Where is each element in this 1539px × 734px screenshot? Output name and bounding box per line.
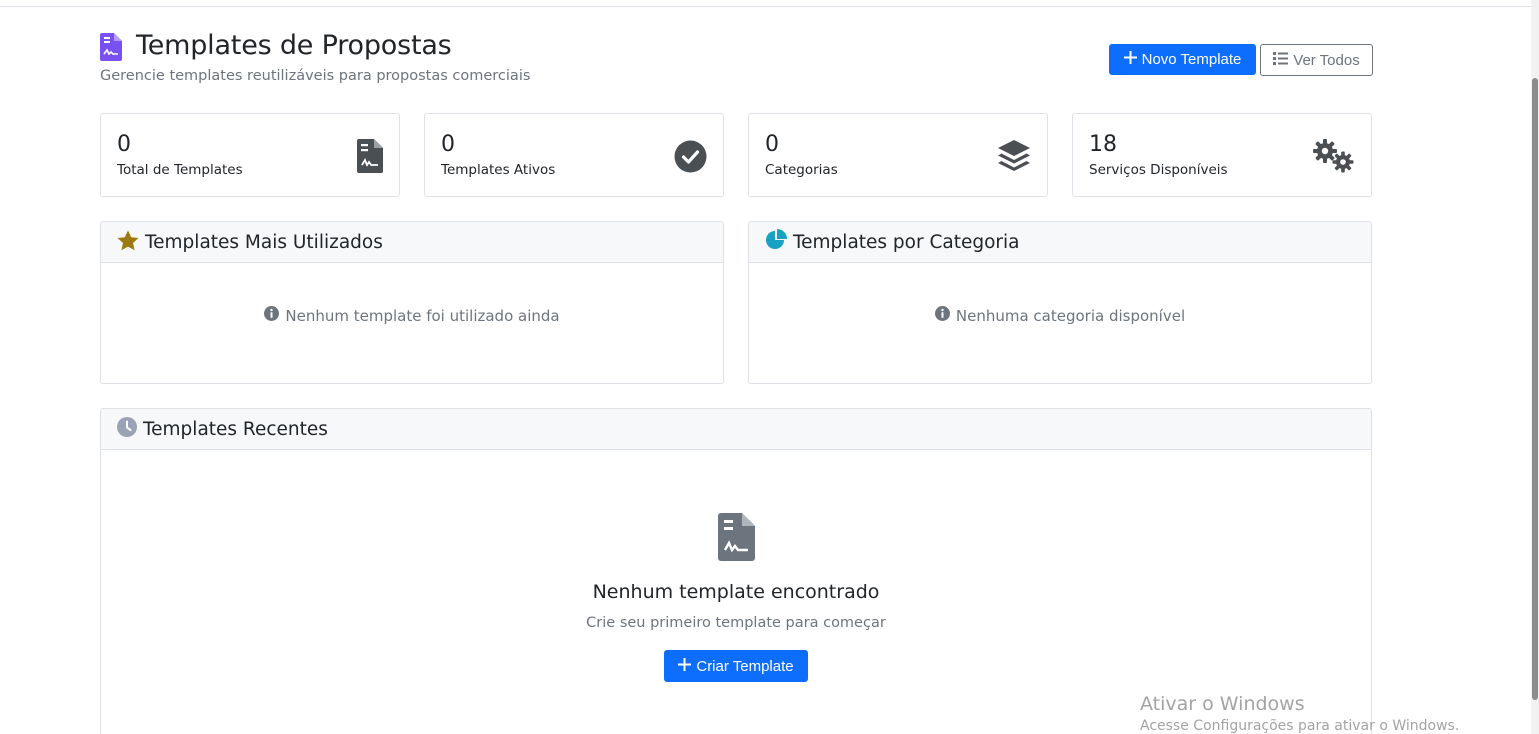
stat-value: 18: [1089, 132, 1117, 157]
top-divider: [0, 6, 1539, 7]
pie-chart-icon: [765, 229, 787, 255]
stat-card-categories: 0 Categorias: [748, 113, 1048, 197]
file-contract-icon: [339, 138, 383, 174]
gears-icon: [1311, 138, 1355, 174]
panel-title: Templates por Categoria: [793, 231, 1020, 253]
panel-title: Templates Mais Utilizados: [145, 231, 383, 253]
view-all-button[interactable]: Ver Todos: [1260, 44, 1373, 76]
panel-title: Templates Recentes: [143, 418, 328, 440]
vertical-scrollbar[interactable]: [1531, 0, 1539, 734]
empty-message-text: Nenhum template foi utilizado ainda: [285, 306, 560, 325]
info-icon: [934, 306, 950, 325]
stat-card-total-templates: 0 Total de Templates: [100, 113, 400, 197]
info-icon: [264, 306, 280, 325]
stat-label: Serviços Disponíveis: [1089, 162, 1228, 178]
most-used-panel: Templates Mais Utilizados Nenhum templat…: [100, 221, 724, 384]
panel-header: Templates por Categoria: [749, 222, 1371, 263]
empty-message: Nenhum template foi utilizado ainda: [101, 306, 723, 325]
clock-icon: [117, 417, 137, 441]
file-contract-icon: [100, 33, 122, 61]
create-template-button[interactable]: Criar Template: [664, 650, 808, 682]
view-all-label: Ver Todos: [1293, 51, 1360, 69]
page-subtitle: Gerencie templates reutilizáveis para pr…: [100, 68, 531, 84]
empty-state: Nenhum template encontrado Crie seu prim…: [101, 513, 1371, 631]
stat-label: Categorias: [765, 162, 838, 178]
plus-icon: [1123, 51, 1137, 68]
empty-state-title: Nenhum template encontrado: [592, 581, 880, 603]
recent-templates-panel: Templates Recentes Nenhum template encon…: [100, 408, 1372, 734]
panel-header: Templates Recentes: [101, 409, 1371, 450]
stat-label: Templates Ativos: [441, 162, 556, 178]
stat-value: 0: [441, 132, 455, 157]
stat-label: Total de Templates: [117, 162, 243, 178]
stat-card-available-services: 18 Serviços Disponíveis: [1072, 113, 1372, 197]
by-category-panel: Templates por Categoria Nenhuma categori…: [748, 221, 1372, 384]
check-circle-icon: [663, 138, 707, 174]
list-icon: [1273, 51, 1289, 69]
scrollbar-thumb[interactable]: [1532, 78, 1538, 700]
create-template-label: Criar Template: [696, 657, 794, 675]
empty-message-text: Nenhuma categoria disponível: [955, 306, 1186, 325]
empty-message: Nenhuma categoria disponível: [749, 306, 1371, 325]
new-template-button[interactable]: Novo Template: [1109, 44, 1256, 75]
windows-activation-subtitle: Acesse Configurações para ativar o Windo…: [1140, 718, 1460, 734]
layers-icon: [987, 138, 1031, 174]
panel-header: Templates Mais Utilizados: [101, 222, 723, 263]
stat-card-active-templates: 0 Templates Ativos: [424, 113, 724, 197]
star-icon: [117, 230, 139, 255]
plus-icon: [678, 657, 692, 675]
empty-state-subtitle: Crie seu primeiro template para começar: [586, 615, 886, 631]
stat-value: 0: [765, 132, 779, 157]
page-title: Templates de Propostas: [136, 30, 452, 61]
file-contract-icon: [717, 513, 755, 565]
stat-value: 0: [117, 132, 131, 157]
windows-activation-title: Ativar o Windows: [1140, 693, 1305, 715]
new-template-label: Novo Template: [1141, 51, 1242, 68]
